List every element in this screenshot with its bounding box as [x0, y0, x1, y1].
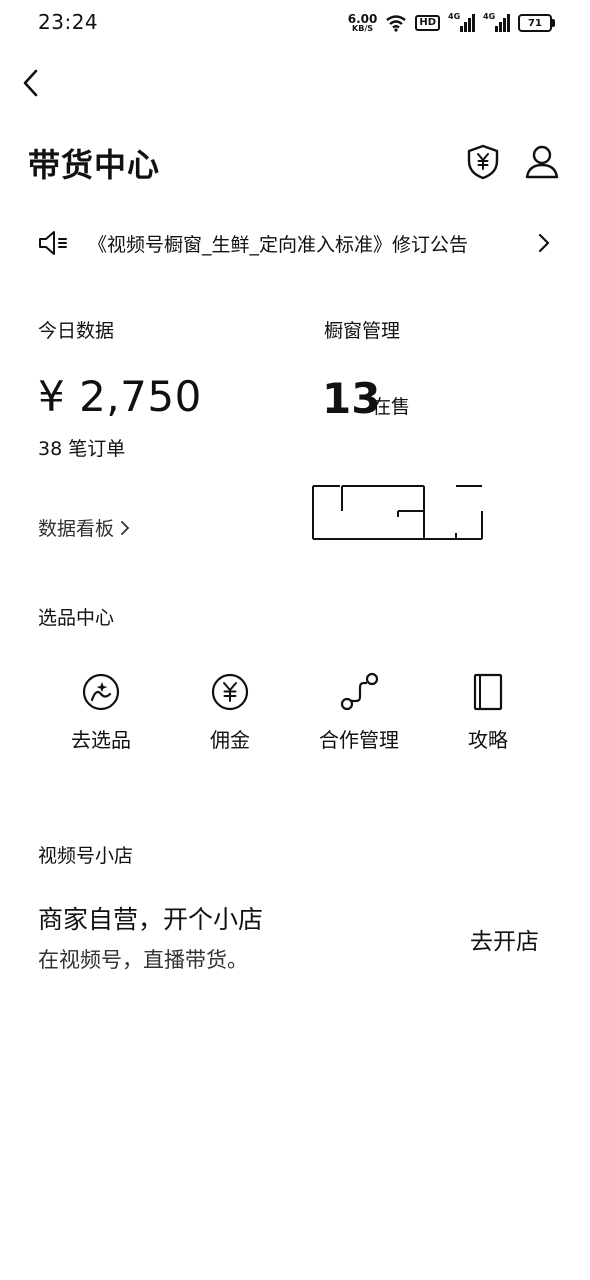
product-thumbnails[interactable]	[312, 483, 484, 541]
shop-title: 商家自营，开个小店	[38, 905, 264, 934]
guide-button[interactable]: 攻略	[424, 672, 552, 753]
cooperation-label: 合作管理	[319, 728, 399, 752]
today-orders: 38 笔订单	[38, 438, 126, 460]
yen-circle-icon	[211, 673, 249, 711]
back-arrow-icon[interactable]	[18, 66, 46, 100]
shop-subtitle: 在视频号，直播带货。	[38, 948, 248, 972]
shield-yen-icon[interactable]	[466, 144, 500, 180]
dashboard-link-label: 数据看板	[38, 518, 115, 540]
today-amount: ¥ 2,750	[38, 372, 202, 421]
speaker-icon	[39, 231, 67, 255]
window-mgmt-label[interactable]: 橱窗管理	[324, 316, 400, 343]
hd-badge: HD	[415, 15, 440, 31]
page-title: 带货中心	[28, 146, 161, 184]
signal-label: 4G	[448, 12, 461, 21]
cooperation-button[interactable]: 合作管理	[295, 672, 423, 753]
dashboard-link[interactable]: 数据看板	[38, 514, 130, 541]
book-icon	[473, 673, 503, 711]
status-time: 23:24	[38, 10, 99, 34]
shop-section-label: 视频号小店	[38, 845, 134, 867]
wifi-icon	[386, 15, 407, 32]
net-speed: 6.00 KB/S	[348, 13, 378, 33]
on-sale-unit: 在售	[372, 396, 411, 418]
chevron-right-icon	[121, 520, 130, 535]
cooperation-icon	[340, 672, 379, 711]
signal-icon: 4G	[448, 12, 475, 32]
go-select-label: 去选品	[71, 728, 131, 752]
go-select-button[interactable]: 去选品	[37, 672, 165, 753]
pick-product-icon	[82, 673, 120, 711]
commission-label: 佣金	[210, 728, 250, 752]
status-icons: 6.00 KB/S HD 4G 4G 71	[348, 10, 555, 36]
net-speed-unit: KB/S	[352, 24, 374, 33]
chevron-right-icon[interactable]	[536, 232, 552, 254]
signal-label: 4G	[483, 12, 496, 21]
person-icon[interactable]	[524, 144, 560, 180]
open-shop-button[interactable]: 去开店	[470, 922, 539, 956]
signal-icon-2: 4G	[483, 12, 510, 32]
guide-label: 攻略	[468, 728, 508, 752]
battery-level: 71	[528, 17, 542, 29]
select-center-label: 选品中心	[38, 607, 115, 629]
commission-button[interactable]: 佣金	[166, 672, 294, 753]
battery-icon: 71	[518, 14, 555, 32]
today-data-label: 今日数据	[38, 320, 115, 342]
notice-text[interactable]: 《视频号橱窗_生鲜_定向准入标准》修订公告	[88, 230, 468, 257]
